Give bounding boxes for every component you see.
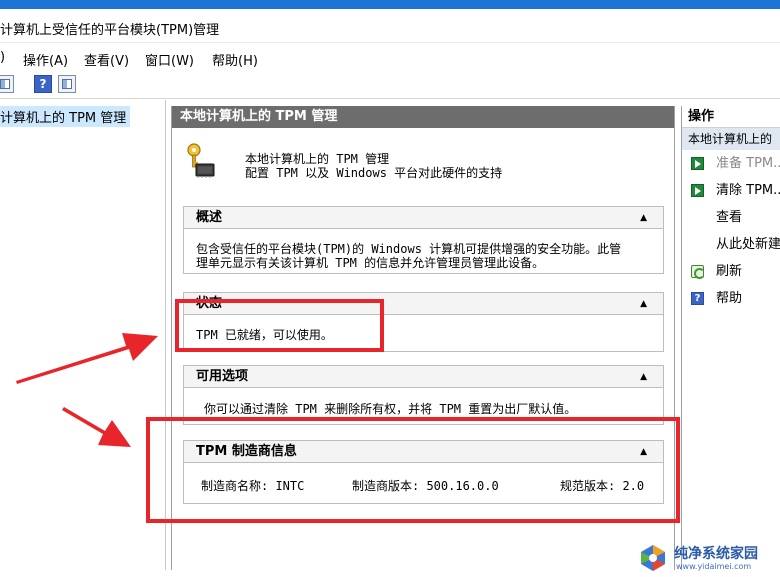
section-overview-header[interactable]: 概述 ▲: [184, 207, 663, 229]
tpm-chip-key-icon: [187, 143, 215, 178]
title-bar: 计算机上受信任的平台模块(TPM)管理: [0, 9, 780, 43]
watermark: 纯净系统家园 www.yidaimei.com: [636, 540, 780, 577]
section-available-options-header[interactable]: 可用选项 ▲: [184, 366, 663, 388]
watermark-title: 纯净系统家园: [674, 546, 758, 562]
action-clear-tpm-label: 清除 TPM...: [716, 183, 780, 198]
collapse-arrow-icon[interactable]: ▲: [640, 366, 647, 388]
section-overview-title: 概述: [196, 210, 223, 225]
menu-action[interactable]: 操作(A): [23, 50, 68, 69]
intro-description: 配置 TPM 以及 Windows 平台对此硬件的支持: [245, 166, 503, 180]
action-pane-icon: [62, 79, 72, 89]
show-hide-console-tree-button[interactable]: [0, 75, 14, 93]
actions-pane-subheader[interactable]: 本地计算机上的: [682, 128, 780, 150]
actions-pane-header: 操作: [682, 106, 780, 128]
annotation-box-manufacturer: [146, 417, 680, 523]
available-options-text: 你可以通过清除 TPM 来删除所有权，并将 TPM 重置为出厂默认值。: [204, 402, 577, 416]
refresh-icon: [691, 265, 705, 279]
action-prepare-tpm-label: 准备 TPM...: [716, 156, 780, 171]
collapse-arrow-icon[interactable]: ▲: [640, 293, 647, 315]
action-new-window-from-here[interactable]: 从此处新建: [682, 231, 780, 258]
action-new-window-label: 从此处新建: [716, 237, 780, 252]
menu-help[interactable]: 帮助(H): [212, 50, 258, 69]
action-refresh-label: 刷新: [716, 264, 743, 279]
action-prepare-tpm: 准备 TPM...: [682, 150, 780, 177]
console-tree-icon: [0, 79, 10, 89]
menu-file-partial[interactable]: ): [0, 50, 5, 65]
window-top-strip: [0, 0, 780, 9]
help-button[interactable]: ?: [34, 75, 52, 93]
help-icon: ?: [691, 292, 704, 305]
action-refresh[interactable]: 刷新: [682, 258, 780, 285]
toolbar: ?: [0, 71, 780, 99]
section-overview: 概述 ▲ 包含受信任的平台模块(TPM)的 Windows 计算机可提供增强的安…: [183, 206, 664, 274]
watermark-logo-icon: [641, 545, 665, 571]
collapse-arrow-icon[interactable]: ▲: [640, 207, 647, 229]
tree-item-tpm-management[interactable]: 计算机上的 TPM 管理: [0, 106, 131, 127]
center-pane-header: 本地计算机上的 TPM 管理: [172, 106, 674, 128]
overview-line-2: 理单元显示有关该计算机 TPM 的信息并允许管理员管理此设备。: [196, 256, 545, 270]
menu-window[interactable]: 窗口(W): [145, 50, 194, 69]
action-clear-tpm[interactable]: 清除 TPM...: [682, 177, 780, 204]
action-view-label: 查看: [716, 210, 743, 225]
section-overview-body: 包含受信任的平台模块(TPM)的 Windows 计算机可提供增强的安全功能。此…: [184, 229, 663, 273]
action-view[interactable]: 查看: [682, 204, 780, 231]
annotation-box-status: [175, 299, 384, 352]
console-tree: 计算机上的 TPM 管理: [0, 100, 166, 570]
green-arrow-icon: [691, 184, 704, 197]
section-available-options: 可用选项 ▲ 你可以通过清除 TPM 来删除所有权，并将 TPM 重置为出厂默认…: [183, 365, 664, 425]
window-title: 计算机上受信任的平台模块(TPM)管理: [0, 23, 220, 38]
watermark-url: www.yidaimei.com: [676, 562, 752, 571]
section-available-options-title: 可用选项: [196, 369, 249, 384]
green-arrow-icon: [691, 157, 704, 170]
menu-view[interactable]: 查看(V): [84, 50, 129, 69]
show-action-pane-button[interactable]: [58, 75, 76, 93]
action-help-label: 帮助: [716, 291, 743, 306]
action-help[interactable]: ? 帮助: [682, 285, 780, 312]
menu-bar: ) 操作(A) 查看(V) 窗口(W) 帮助(H): [0, 44, 780, 70]
actions-pane: 操作 本地计算机上的 准备 TPM... 清除 TPM... 查看 从此处新建 …: [681, 106, 780, 570]
